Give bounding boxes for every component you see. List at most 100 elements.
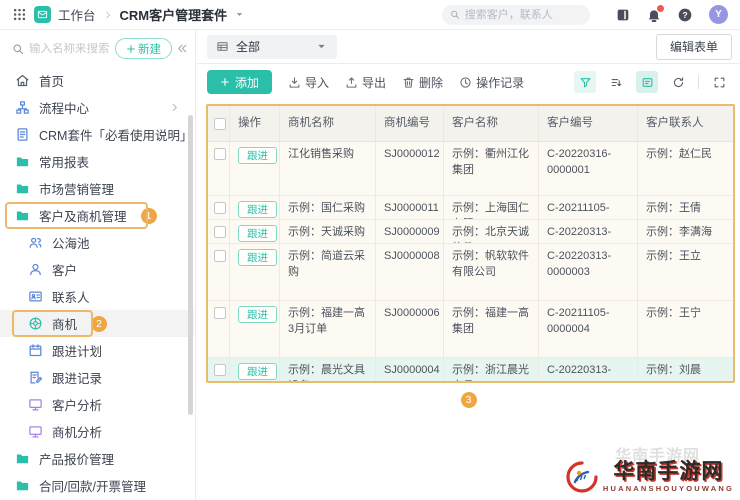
row-action-cell: 跟进 <box>230 244 280 300</box>
app-logo[interactable] <box>34 6 51 23</box>
sidebar-item-9[interactable]: 商机 2 <box>0 310 194 337</box>
sidebar-item-2[interactable]: CRM套件「必看使用说明」 <box>0 121 194 148</box>
view-filter-label: 全部 <box>236 40 261 54</box>
sidebar-item-1[interactable]: 流程中心 <box>0 94 194 121</box>
sidebar-item-0[interactable]: 首页 <box>0 67 194 94</box>
row-checkbox[interactable] <box>214 226 226 238</box>
row-checkbox[interactable] <box>214 202 226 214</box>
sidebar-item-label: 联系人 <box>52 291 90 305</box>
follow-up-button[interactable]: 跟进 <box>238 363 277 380</box>
table-row[interactable]: 跟进示例：晨光文具设备...SJ0000004示例：浙江晨光文具...C-202… <box>208 358 733 381</box>
collapse-sidebar-icon[interactable] <box>176 42 189 55</box>
toolbar: 添加 导入 导出 删除 操作记录 <box>197 64 740 100</box>
app-title[interactable]: CRM客户管理套件 <box>120 5 228 24</box>
monitor-icon <box>28 397 43 412</box>
select-all-checkbox[interactable] <box>214 117 226 130</box>
sidebar-item-8[interactable]: 联系人 <box>0 283 194 310</box>
trash-icon <box>402 76 415 89</box>
follow-up-button[interactable]: 跟进 <box>238 201 277 218</box>
customer-code-cell: C-20220313-0000002 <box>539 220 638 243</box>
sidebar-search[interactable] <box>12 42 111 55</box>
bell-icon[interactable] <box>646 4 664 23</box>
annotation-badge: 2 <box>91 315 108 332</box>
operation-log-button[interactable]: 操作记录 <box>459 74 524 91</box>
row-action-cell: 跟进 <box>230 301 280 357</box>
sidebar-search-input[interactable] <box>29 42 111 55</box>
follow-up-button[interactable]: 跟进 <box>238 147 277 164</box>
form-view-button[interactable] <box>636 71 658 93</box>
customer-name-cell: 示例：帆软软件有限公司 <box>444 244 539 300</box>
title-caret-icon[interactable] <box>234 9 245 20</box>
customer-name-cell: 示例：北京天诚软件... <box>444 220 539 243</box>
customer-name-cell: 示例：衢州江化集团 <box>444 142 539 195</box>
sidebar-item-7[interactable]: 客户 <box>0 256 194 283</box>
sidebar-item-6[interactable]: 公海池 <box>0 229 194 256</box>
sidebar-item-12[interactable]: 客户分析 <box>0 391 194 418</box>
sidebar-item-label: 常用报表 <box>39 156 90 170</box>
sidebar-item-11[interactable]: 跟进记录 <box>0 364 194 391</box>
breadcrumb-chevron-icon <box>103 10 113 20</box>
watermark-logo-icon <box>565 460 599 494</box>
users-icon <box>28 235 43 250</box>
operation-log-label: 操作记录 <box>476 75 525 90</box>
refresh-button[interactable] <box>667 71 689 93</box>
row-checkbox[interactable] <box>214 250 226 262</box>
follow-up-button[interactable]: 跟进 <box>238 306 277 323</box>
panel-toggle-icon[interactable] <box>615 7 631 23</box>
table-row[interactable]: 跟进 示例：简道云采购 SJ0000008 示例：帆软软件有限公司 C-20220313… <box>208 244 733 301</box>
watermark-subtitle: HUANANSHOUYOUWANG <box>602 484 734 493</box>
add-button[interactable]: 添加 <box>207 70 273 94</box>
filter-button[interactable] <box>574 71 596 93</box>
row-checkbox[interactable] <box>214 364 226 376</box>
sidebar-item-13[interactable]: 商机分析 <box>0 418 194 445</box>
sidebar-item-10[interactable]: 跟进计划 <box>0 337 194 364</box>
add-button-label: 添加 <box>235 75 260 90</box>
sidebar-item-label: 市场营销管理 <box>39 183 115 197</box>
fullscreen-button[interactable] <box>708 71 730 93</box>
import-button[interactable]: 导入 <box>288 74 329 91</box>
sidebar-item-15[interactable]: 合同/回款/开票管理 <box>0 472 194 499</box>
breadcrumb-workspace[interactable]: 工作台 <box>58 5 96 24</box>
global-search-input[interactable] <box>464 8 582 21</box>
sidebar-item-14[interactable]: 产品报价管理 <box>0 445 194 472</box>
customer-code-cell: C-20220313-0000004 <box>539 358 638 381</box>
sidebar-item-5[interactable]: 客户及商机管理 1 <box>0 202 194 229</box>
row-select-cell <box>208 244 230 300</box>
global-search[interactable] <box>442 4 590 25</box>
sidebar-item-label: 跟进记录 <box>52 372 103 386</box>
toolbar-right <box>574 71 730 93</box>
sidebar-item-3[interactable]: 常用报表 <box>0 148 194 175</box>
row-action-cell: 跟进 <box>230 142 280 195</box>
table-row[interactable]: 跟进 示例：福建一高3月订单 SJ0000006 示例：福建一高集团 C-2021110… <box>208 301 733 358</box>
toolbar-divider <box>698 75 699 89</box>
customer-code-cell: C-20211105-0000004 <box>539 301 638 357</box>
export-button[interactable]: 导出 <box>345 74 386 91</box>
customer-name-cell: 示例：福建一高集团 <box>444 301 539 357</box>
mail-icon <box>37 9 48 20</box>
apps-grid-icon[interactable] <box>12 7 27 22</box>
table-row[interactable]: 跟进示例：天诚采购SJ0000009示例：北京天诚软件...C-20220313… <box>208 220 733 244</box>
row-checkbox[interactable] <box>214 148 226 160</box>
row-select-cell <box>208 142 230 195</box>
opportunity-name-cell: 示例：简道云采购 <box>280 244 376 300</box>
customer-contact-cell: 示例：赵仁民 <box>646 148 712 160</box>
new-button[interactable]: 新建 <box>115 38 172 59</box>
delete-button[interactable]: 删除 <box>402 74 443 91</box>
export-icon <box>345 76 358 89</box>
view-filter-dropdown[interactable]: 全部 <box>207 34 337 59</box>
opportunity-name-cell: 示例：国仁采购 <box>280 196 376 219</box>
table-view-icon <box>216 40 229 53</box>
edit-form-button[interactable]: 编辑表单 <box>655 33 732 60</box>
sidebar-scrollbar[interactable] <box>188 115 193 415</box>
customer-contact-cell: 示例：王宁 <box>646 307 701 319</box>
table-row[interactable]: 跟进示例：国仁采购SJ0000011示例：上海国仁有限...C-20211105… <box>208 196 733 220</box>
table-row[interactable]: 跟进 江化销售采购 SJ0000012 示例：衢州江化集团 C-20220316-000… <box>208 142 733 196</box>
follow-up-button[interactable]: 跟进 <box>238 249 277 266</box>
column-header: 客户联系人 <box>646 117 704 130</box>
follow-up-button[interactable]: 跟进 <box>238 225 277 242</box>
sidebar-item-4[interactable]: 市场营销管理 <box>0 175 194 202</box>
row-checkbox[interactable] <box>214 307 226 319</box>
sort-button[interactable] <box>605 71 627 93</box>
avatar[interactable]: Y <box>709 5 728 24</box>
help-icon[interactable]: ? <box>677 7 693 23</box>
